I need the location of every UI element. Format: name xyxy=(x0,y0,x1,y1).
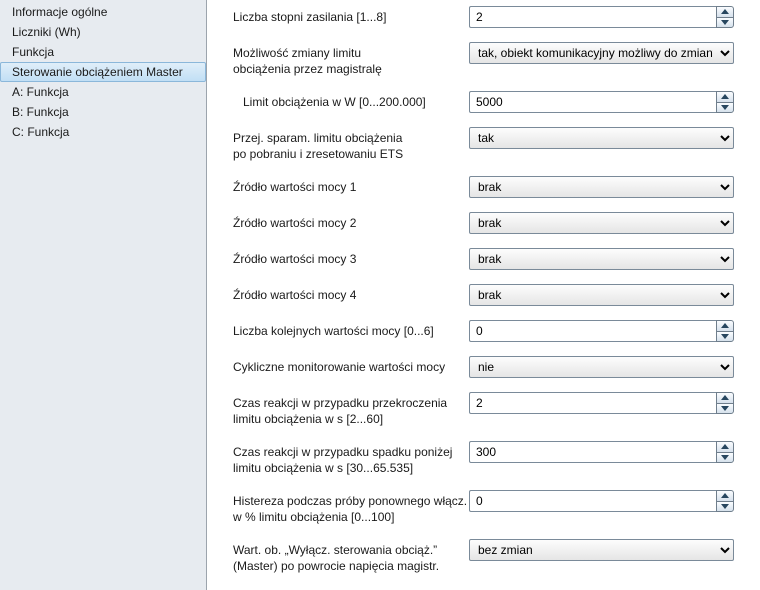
param-combo-p4[interactable]: brak xyxy=(469,176,734,198)
param-input-p0[interactable] xyxy=(469,6,716,28)
param-control xyxy=(469,320,746,342)
sidebar: Informacje ogólneLiczniki (Wh)FunkcjaSte… xyxy=(0,0,207,590)
param-spin-p11 xyxy=(469,441,734,463)
app-root: Informacje ogólneLiczniki (Wh)FunkcjaSte… xyxy=(0,0,760,590)
param-spin-p12 xyxy=(469,490,734,512)
param-row-p12: Histereza podczas próby ponownego włącz.… xyxy=(233,490,746,525)
param-input-p2[interactable] xyxy=(469,91,716,113)
param-combo-p3[interactable]: tak xyxy=(469,127,734,149)
param-label: Przej. sparam. limitu obciążeniapo pobra… xyxy=(233,127,469,162)
spin-down-icon[interactable] xyxy=(716,331,734,343)
spin-up-icon[interactable] xyxy=(716,441,734,452)
param-control xyxy=(469,6,746,28)
param-label: Źródło wartości mocy 2 xyxy=(233,212,469,231)
param-label: Źródło wartości mocy 4 xyxy=(233,284,469,303)
param-row-p8: Liczba kolejnych wartości mocy [0...6] xyxy=(233,320,746,342)
param-row-p4: Źródło wartości mocy 1brak xyxy=(233,176,746,198)
param-spin-p2 xyxy=(469,91,734,113)
spin-up-icon[interactable] xyxy=(716,320,734,331)
param-row-p9: Cykliczne monitorowanie wartości mocynie xyxy=(233,356,746,378)
param-control: bez zmian xyxy=(469,539,746,561)
param-row-p13: Wart. ob. „Wyłącz. sterowania obciąż.”(M… xyxy=(233,539,746,574)
spin-up-icon[interactable] xyxy=(716,6,734,17)
spin-down-icon[interactable] xyxy=(716,17,734,29)
param-control xyxy=(469,441,746,463)
sidebar-item-6[interactable]: C: Funkcja xyxy=(0,122,206,142)
spin-buttons xyxy=(716,320,734,342)
param-control: brak xyxy=(469,212,746,234)
param-row-p11: Czas reakcji w przypadku spadku poniżejl… xyxy=(233,441,746,476)
param-label: Czas reakcji w przypadku spadku poniżejl… xyxy=(233,441,469,476)
param-label: Źródło wartości mocy 3 xyxy=(233,248,469,267)
param-label: Liczba kolejnych wartości mocy [0...6] xyxy=(233,320,469,339)
param-control: nie xyxy=(469,356,746,378)
param-input-p12[interactable] xyxy=(469,490,716,512)
param-spin-p0 xyxy=(469,6,734,28)
spin-up-icon[interactable] xyxy=(716,91,734,102)
param-input-p11[interactable] xyxy=(469,441,716,463)
spin-up-icon[interactable] xyxy=(716,392,734,403)
param-control: brak xyxy=(469,176,746,198)
param-label: Źródło wartości mocy 1 xyxy=(233,176,469,195)
sidebar-item-0[interactable]: Informacje ogólne xyxy=(0,2,206,22)
param-spin-p10 xyxy=(469,392,734,414)
param-row-p1: Możliwość zmiany limituobciążenia przez … xyxy=(233,42,746,77)
param-control xyxy=(469,91,746,113)
param-label: Możliwość zmiany limituobciążenia przez … xyxy=(233,42,469,77)
param-control: tak xyxy=(469,127,746,149)
spin-buttons xyxy=(716,91,734,113)
spin-down-icon[interactable] xyxy=(716,452,734,464)
param-row-p3: Przej. sparam. limitu obciążeniapo pobra… xyxy=(233,127,746,162)
param-input-p8[interactable] xyxy=(469,320,716,342)
param-combo-p13[interactable]: bez zmian xyxy=(469,539,734,561)
param-label: Wart. ob. „Wyłącz. sterowania obciąż.”(M… xyxy=(233,539,469,574)
param-label: Cykliczne monitorowanie wartości mocy xyxy=(233,356,469,375)
sidebar-item-3[interactable]: Sterowanie obciążeniem Master xyxy=(0,62,206,82)
param-row-p10: Czas reakcji w przypadku przekroczeniali… xyxy=(233,392,746,427)
param-control: brak xyxy=(469,248,746,270)
param-label: Czas reakcji w przypadku przekroczeniali… xyxy=(233,392,469,427)
param-combo-p6[interactable]: brak xyxy=(469,248,734,270)
param-combo-p7[interactable]: brak xyxy=(469,284,734,306)
param-spin-p8 xyxy=(469,320,734,342)
parameter-panel: Liczba stopni zasilania [1...8] Możliwość… xyxy=(207,0,760,590)
spin-up-icon[interactable] xyxy=(716,490,734,501)
sidebar-item-4[interactable]: A: Funkcja xyxy=(0,82,206,102)
param-label: Histereza podczas próby ponownego włącz.… xyxy=(233,490,469,525)
spin-buttons xyxy=(716,490,734,512)
param-control: brak xyxy=(469,284,746,306)
param-combo-p1[interactable]: tak, obiekt komunikacyjny możliwy do zmi… xyxy=(469,42,734,64)
sidebar-item-1[interactable]: Liczniki (Wh) xyxy=(0,22,206,42)
param-label: Liczba stopni zasilania [1...8] xyxy=(233,6,469,25)
sidebar-item-5[interactable]: B: Funkcja xyxy=(0,102,206,122)
param-row-p2: Limit obciążenia w W [0...200.000] xyxy=(233,91,746,113)
sidebar-item-2[interactable]: Funkcja xyxy=(0,42,206,62)
param-combo-p5[interactable]: brak xyxy=(469,212,734,234)
spin-down-icon[interactable] xyxy=(716,102,734,114)
param-input-p10[interactable] xyxy=(469,392,716,414)
spin-buttons xyxy=(716,441,734,463)
param-control: tak, obiekt komunikacyjny możliwy do zmi… xyxy=(469,42,746,64)
spin-buttons xyxy=(716,392,734,414)
param-control xyxy=(469,490,746,512)
param-control xyxy=(469,392,746,414)
param-row-p6: Źródło wartości mocy 3brak xyxy=(233,248,746,270)
param-row-p5: Źródło wartości mocy 2brak xyxy=(233,212,746,234)
param-combo-p9[interactable]: nie xyxy=(469,356,734,378)
spin-down-icon[interactable] xyxy=(716,403,734,415)
spin-buttons xyxy=(716,6,734,28)
spin-down-icon[interactable] xyxy=(716,501,734,513)
param-label: Limit obciążenia w W [0...200.000] xyxy=(233,91,469,110)
param-row-p7: Źródło wartości mocy 4brak xyxy=(233,284,746,306)
param-row-p0: Liczba stopni zasilania [1...8] xyxy=(233,6,746,28)
